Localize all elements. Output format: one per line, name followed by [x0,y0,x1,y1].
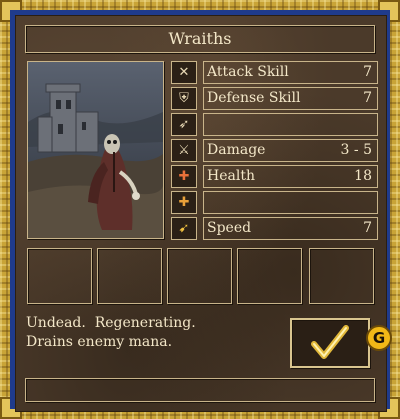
health-remaining-icon: ✚ [171,191,197,214]
creature-portrait [27,61,164,239]
stat-label: Defense Skill [207,90,301,106]
spell-effect-slot[interactable] [237,248,302,304]
stat-row-defense: ⛨ Defense Skill 7 [171,87,378,110]
crossed-swords-icon: ✕ [171,61,197,84]
stat-health-left [203,191,378,214]
site-logo-badge: G [366,325,392,351]
stat-row-attack: ✕ Attack Skill 7 [171,61,378,84]
description-line: Undead. Regenerating. [26,315,196,331]
stat-value: 7 [363,64,372,80]
checkmark-icon [311,325,349,359]
sword-icon: ⚔ [171,139,197,162]
stat-label: Damage [207,142,266,158]
stat-row-speed: ➹ Speed 7 [171,217,378,240]
stat-damage: Damage 3 - 5 [203,139,378,162]
spell-effect-slot[interactable] [27,248,92,304]
speed-icon: ➹ [171,217,197,240]
creature-name-title: Wraiths [25,25,375,53]
arrow-icon: ➶ [171,113,197,136]
ok-button[interactable] [290,318,370,368]
shield-icon: ⛨ [171,87,197,110]
stat-row-health: ✚ Health 18 [171,165,378,188]
stat-value: 18 [354,168,372,184]
stat-speed: Speed 7 [203,217,378,240]
stat-row-damage: ⚔ Damage 3 - 5 [171,139,378,162]
stat-row-shots: ➶ [171,113,378,136]
stat-label: Health [207,168,255,184]
description-line: Drains enemy mana. [26,334,173,350]
stat-value: 7 [363,90,372,106]
spell-effect-slot[interactable] [309,248,374,304]
stat-attack: Attack Skill 7 [203,61,378,84]
stat-value: 7 [363,220,372,236]
stat-defense: Defense Skill 7 [203,87,378,110]
wraith-portrait-image [28,62,163,238]
stat-label: Speed [207,220,252,236]
stat-health: Health 18 [203,165,378,188]
health-icon: ✚ [171,165,197,188]
stat-value: 3 - 5 [340,142,372,158]
stat-row-health-left: ✚ [171,191,378,214]
spell-effect-slot[interactable] [97,248,162,304]
stat-shots [203,113,378,136]
stats-list: ✕ Attack Skill 7 ⛨ Defense Skill 7 ➶ ⚔ D… [171,61,378,240]
creature-description: Undead. Regenerating. Drains enemy mana. [26,314,286,352]
status-bar [25,378,375,402]
stat-label: Attack Skill [207,64,289,80]
spell-effect-slot[interactable] [167,248,232,304]
